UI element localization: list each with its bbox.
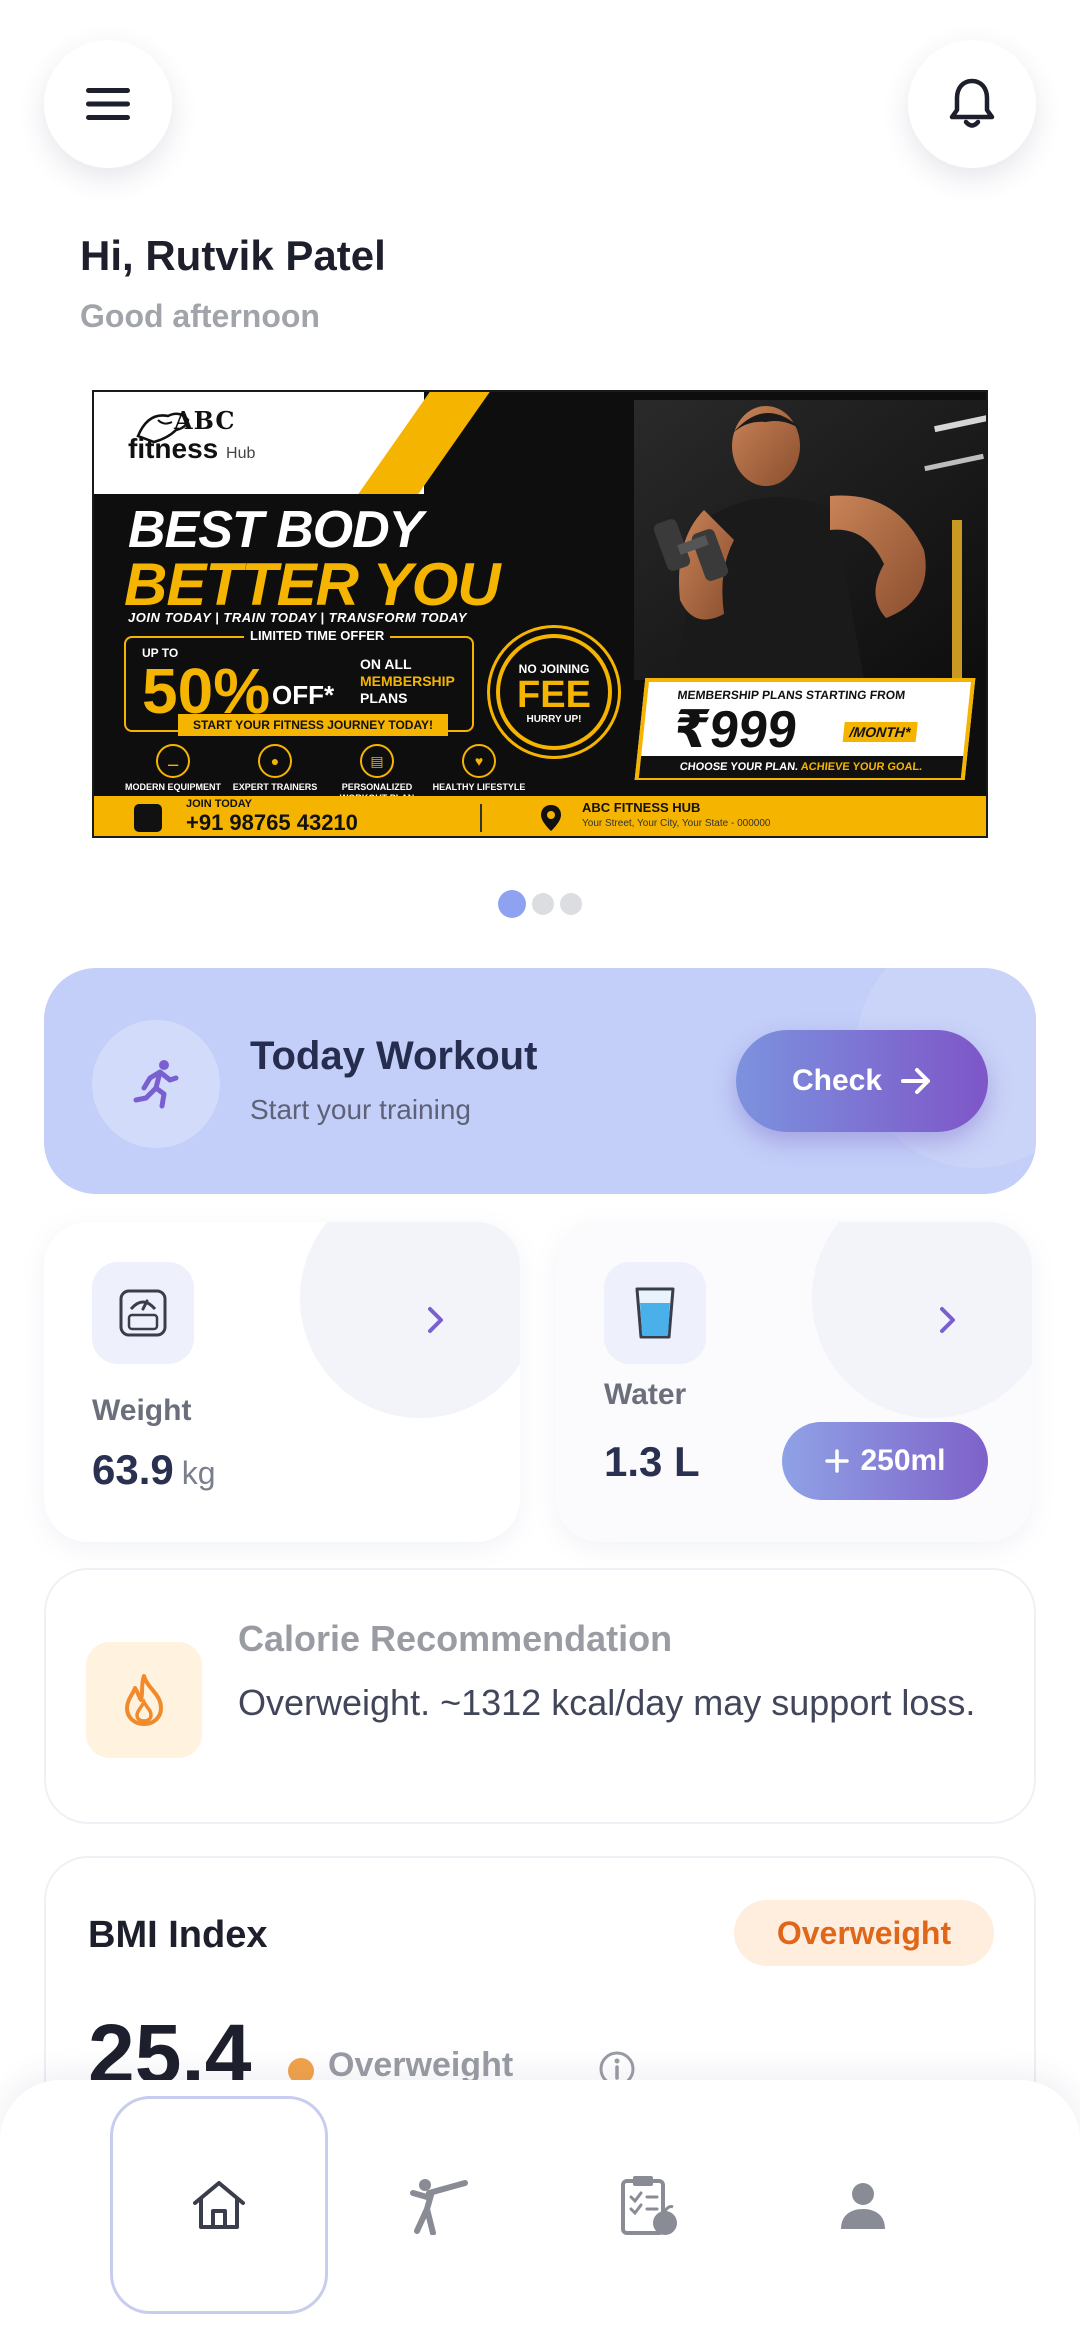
feature-item: ♥ HEALTHY LIFESTYLE: [428, 744, 530, 804]
bmi-title: BMI Index: [88, 1914, 268, 1956]
price-card: MEMBERSHIP PLANS STARTING FROM ₹999 /MON…: [634, 678, 976, 780]
water-value: 1.3 L: [604, 1438, 700, 1485]
weight-card[interactable]: Weight 63.9 kg: [44, 1222, 520, 1542]
logo-fitness: fitness: [128, 433, 219, 464]
calorie-text: Overweight. ~1312 kcal/day may support l…: [238, 1682, 976, 1723]
feature-item: ⚊ MODERN EQUIPMENT: [122, 744, 224, 804]
bmi-status-badge: Overweight: [734, 1900, 994, 1966]
check-button-label: Check: [791, 1064, 883, 1097]
promo-banner[interactable]: ABC fitness Hub BEST BODY BETTER YOU JOI…: [92, 390, 988, 838]
bottom-navigation: [0, 2080, 1080, 2331]
clipboard-icon: ▤: [360, 744, 394, 778]
greeting-title: Hi, Rutvik Patel: [80, 232, 386, 279]
gym-logo-text: ABC fitness Hub: [128, 406, 255, 465]
hub-address: Your Street, Your City, Your State - 000…: [582, 818, 771, 829]
offer-membership: MEMBERSHIP: [360, 673, 455, 689]
logo-abc: ABC: [174, 406, 236, 435]
nav-home[interactable]: [110, 2096, 328, 2314]
banner-tagline: JOIN TODAY | TRAIN TODAY | TRANSFORM TOD…: [128, 610, 468, 625]
contact-bar: JOIN TODAY +91 98765 43210 ABC FITNESS H…: [94, 796, 986, 836]
chevron-right-icon[interactable]: [416, 1300, 456, 1340]
running-person-icon: [133, 1060, 179, 1109]
price-footer: CHOOSE YOUR PLAN. ACHIEVE YOUR GOAL.: [638, 756, 964, 778]
home-icon: [193, 2181, 245, 2229]
calorie-recommendation-card: Calorie Recommendation Overweight. ~1312…: [44, 1568, 1036, 1824]
pagination-dot[interactable]: [560, 893, 582, 915]
feature-label: HEALTHY LIFESTYLE: [432, 782, 526, 792]
diet-clipboard-icon: [621, 2176, 677, 2235]
bell-icon: [949, 78, 995, 128]
check-workout-button[interactable]: Check: [736, 1030, 988, 1132]
offer-on-all: ON ALL: [360, 656, 412, 672]
phone-icon: [134, 804, 162, 832]
card-decoration: [812, 1222, 1032, 1418]
phone-number: +91 98765 43210: [186, 810, 358, 835]
water-label: Water: [604, 1378, 687, 1411]
calorie-title: Calorie Recommendation: [238, 1618, 673, 1659]
water-glass-icon: [635, 1287, 675, 1339]
nav-workout[interactable]: [330, 2096, 548, 2314]
hub-name: ABC FITNESS HUB: [582, 800, 701, 815]
trainer-icon: ●: [258, 744, 292, 778]
notifications-button[interactable]: [908, 40, 1036, 168]
pagination-dot[interactable]: [532, 893, 554, 915]
calorie-icon-tile: [86, 1642, 202, 1758]
scale-icon: [119, 1289, 167, 1337]
achieve-goal-text: ACHIEVE YOUR GOAL.: [800, 761, 923, 773]
badge-fee: FEE: [517, 674, 591, 716]
offer-scope: ON ALL MEMBERSHIP PLANS: [360, 656, 455, 707]
weight-value-row: 63.9 kg: [92, 1446, 216, 1494]
feature-item: ▤PERSONALIZED WORKOUT PLAN: [326, 744, 428, 804]
arrow-right-icon: [901, 1068, 931, 1094]
plus-icon: [825, 1449, 850, 1473]
greeting-subtitle: Good afternoon: [80, 298, 320, 334]
choose-plan-text: CHOOSE YOUR PLAN.: [679, 761, 799, 773]
card-decoration: [300, 1222, 520, 1418]
water-card[interactable]: Water 1.3 L 250ml: [556, 1222, 1032, 1542]
offer-off: OFF*: [272, 680, 335, 710]
user-icon: [841, 2183, 885, 2229]
hamburger-menu-icon: [86, 88, 130, 120]
dumbbell-icon: ⚊: [156, 744, 190, 778]
water-icon-tile: [604, 1262, 706, 1364]
chevron-right-icon[interactable]: [928, 1300, 968, 1340]
feature-label: MODERN EQUIPMENT: [124, 782, 221, 792]
feature-item: ● EXPERT TRAINERS: [224, 744, 326, 804]
banner-pagination: [498, 890, 582, 918]
price-per-month: /MONTH*: [842, 722, 918, 742]
workout-subtitle: Start your training: [250, 1094, 471, 1125]
menu-button[interactable]: [44, 40, 172, 168]
banner-features: ⚊ MODERN EQUIPMENT ● EXPERT TRAINERS ▤ PERS…: [122, 744, 530, 804]
flame-icon: [125, 1674, 163, 1726]
offer-heading: LIMITED TIME OFFER: [244, 628, 391, 643]
start-journey-bar: START YOUR FITNESS JOURNEY TODAY!: [178, 714, 448, 736]
logo-hub: Hub: [226, 445, 256, 462]
nav-profile[interactable]: [754, 2096, 972, 2314]
feature-label: EXPERT TRAINERS: [232, 782, 318, 792]
contact-divider: [480, 804, 482, 832]
athlete-photo: [634, 400, 986, 680]
nav-diet-plan[interactable]: [540, 2096, 758, 2314]
no-joining-fee-badge: NO JOINING FEE HURRY UP!: [496, 634, 612, 750]
heart-icon: ♥: [462, 744, 496, 778]
location-pin-icon: [541, 805, 561, 831]
add-water-button[interactable]: 250ml: [782, 1422, 988, 1500]
today-workout-card[interactable]: Today Workout Start your training Check: [44, 968, 1036, 1194]
workout-icon-circle: [92, 1020, 220, 1148]
martial-arts-kick-icon: [410, 2179, 468, 2235]
offer-plans: PLANS: [360, 690, 408, 706]
weight-icon-tile: [92, 1262, 194, 1364]
workout-title: Today Workout: [250, 1034, 538, 1078]
weight-value: 63.9: [92, 1446, 174, 1493]
weight-unit: kg: [181, 1455, 216, 1491]
add-water-label: 250ml: [860, 1444, 946, 1477]
weight-label: Weight: [92, 1394, 192, 1427]
price-value: ₹999: [670, 701, 800, 759]
pagination-dot-active[interactable]: [498, 890, 526, 918]
banner-headline-2: BETTER YOU: [124, 551, 501, 618]
join-today-label: JOIN TODAY: [186, 798, 253, 810]
